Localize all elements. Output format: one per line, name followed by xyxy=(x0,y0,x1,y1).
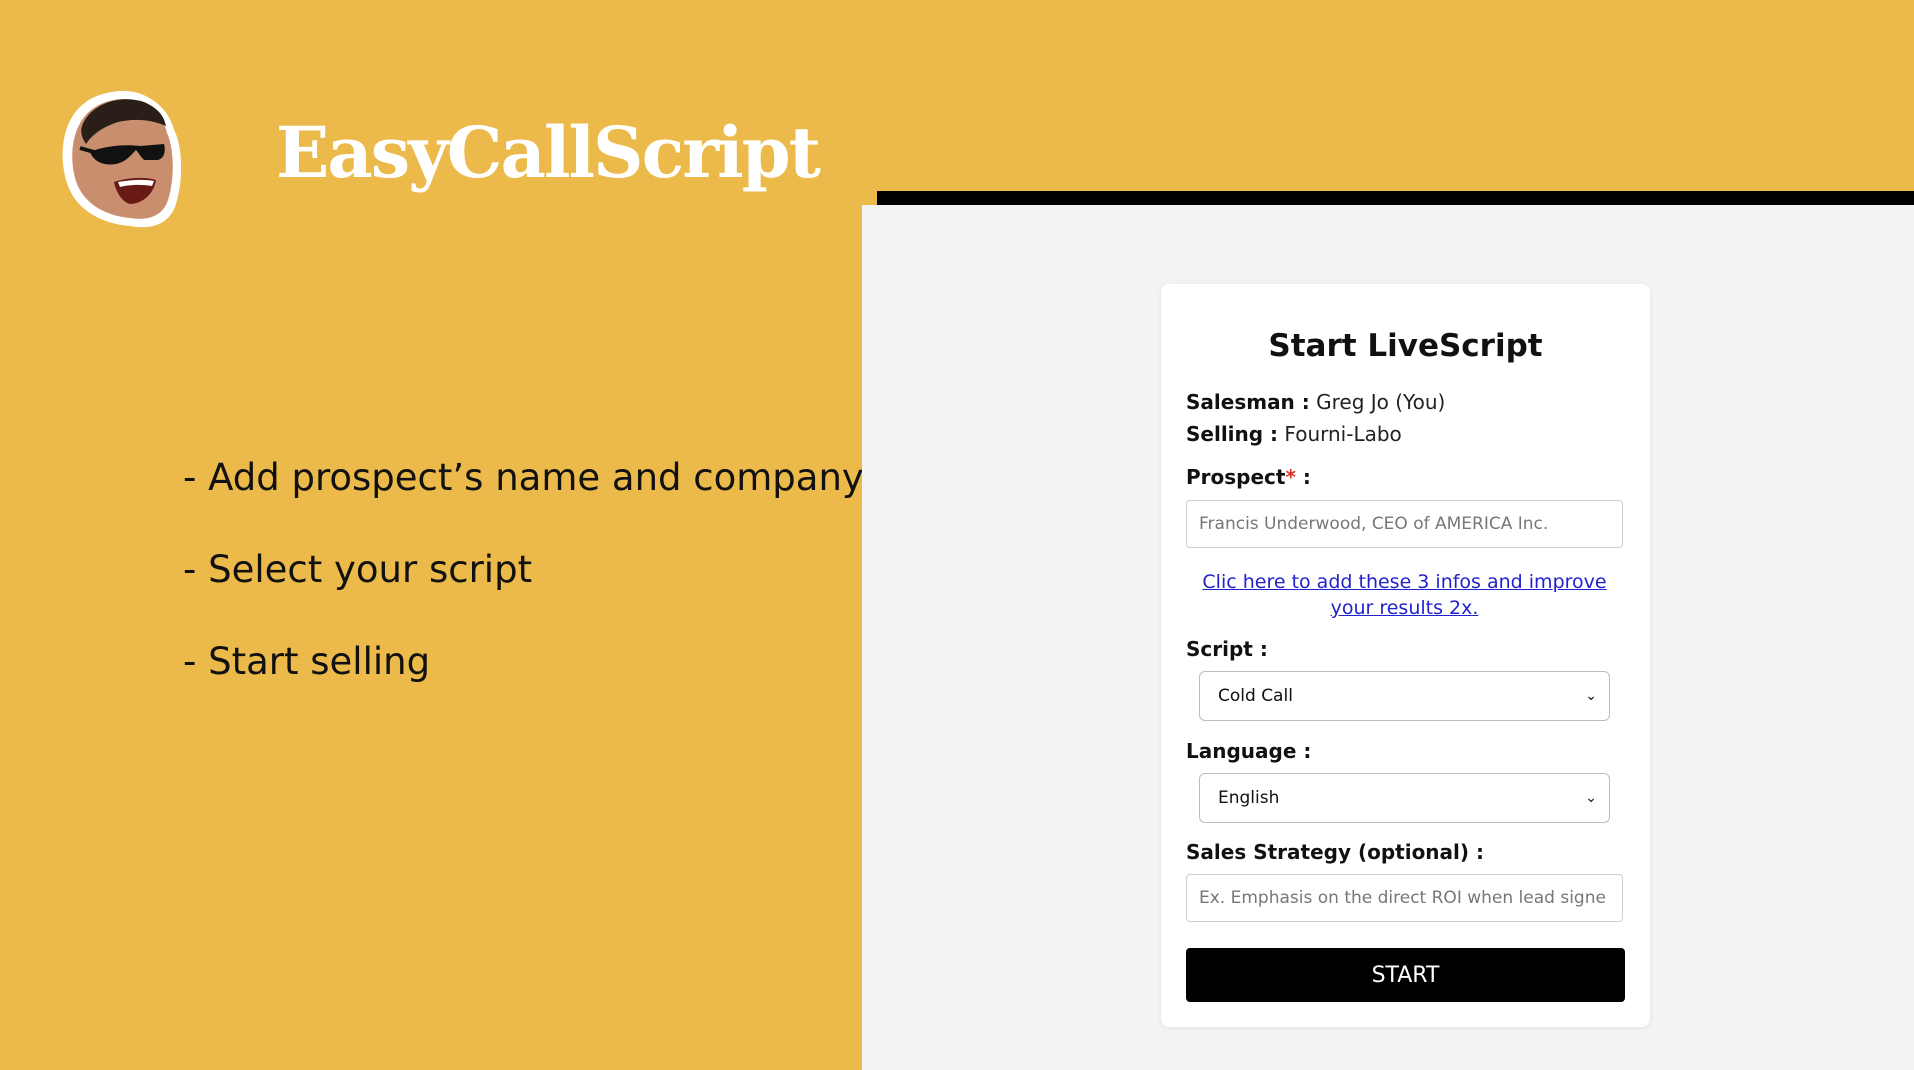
language-select[interactable]: English ⌄ xyxy=(1199,773,1610,823)
salesman-label: Salesman : xyxy=(1186,390,1310,414)
chevron-down-icon: ⌄ xyxy=(1585,688,1597,704)
prospect-input[interactable] xyxy=(1186,500,1623,548)
form-title: Start LiveScript xyxy=(1268,328,1543,364)
step-item: - Select your script xyxy=(183,548,533,591)
script-select[interactable]: Cold Call ⌄ xyxy=(1199,671,1610,721)
prospect-label-text: Prospect xyxy=(1186,465,1286,489)
strategy-input[interactable] xyxy=(1186,874,1623,922)
add-infos-link[interactable]: Clic here to add these 3 infos and impro… xyxy=(1186,569,1623,621)
header-divider xyxy=(877,191,1914,205)
selling-line: Selling : Fourni-Labo xyxy=(1186,422,1402,446)
salesman-line: Salesman : Greg Jo (You) xyxy=(1186,390,1445,414)
salesman-value: Greg Jo (You) xyxy=(1316,390,1446,414)
avatar-logo xyxy=(62,90,182,228)
step-item: - Start selling xyxy=(183,640,431,683)
strategy-label: Sales Strategy (optional) : xyxy=(1186,840,1484,864)
step-item: - Add prospect’s name and company xyxy=(183,456,864,499)
steps-list: - Add prospect’s name and company - Sele… xyxy=(183,456,864,732)
language-label: Language : xyxy=(1186,739,1312,763)
chevron-down-icon: ⌄ xyxy=(1585,790,1597,806)
script-select-value: Cold Call xyxy=(1218,686,1293,706)
selling-value: Fourni-Labo xyxy=(1284,422,1402,446)
language-select-value: English xyxy=(1218,788,1280,808)
start-button[interactable]: START xyxy=(1186,948,1625,1002)
brand-title: EasyCallScript xyxy=(276,111,821,194)
prospect-label: Prospect* : xyxy=(1186,465,1311,489)
required-asterisk: * xyxy=(1285,465,1296,489)
script-label: Script : xyxy=(1186,637,1268,661)
livescript-form: Start LiveScript Salesman : Greg Jo (You… xyxy=(1161,284,1650,1027)
prospect-label-colon: : xyxy=(1295,465,1311,489)
selling-label: Selling : xyxy=(1186,422,1279,446)
